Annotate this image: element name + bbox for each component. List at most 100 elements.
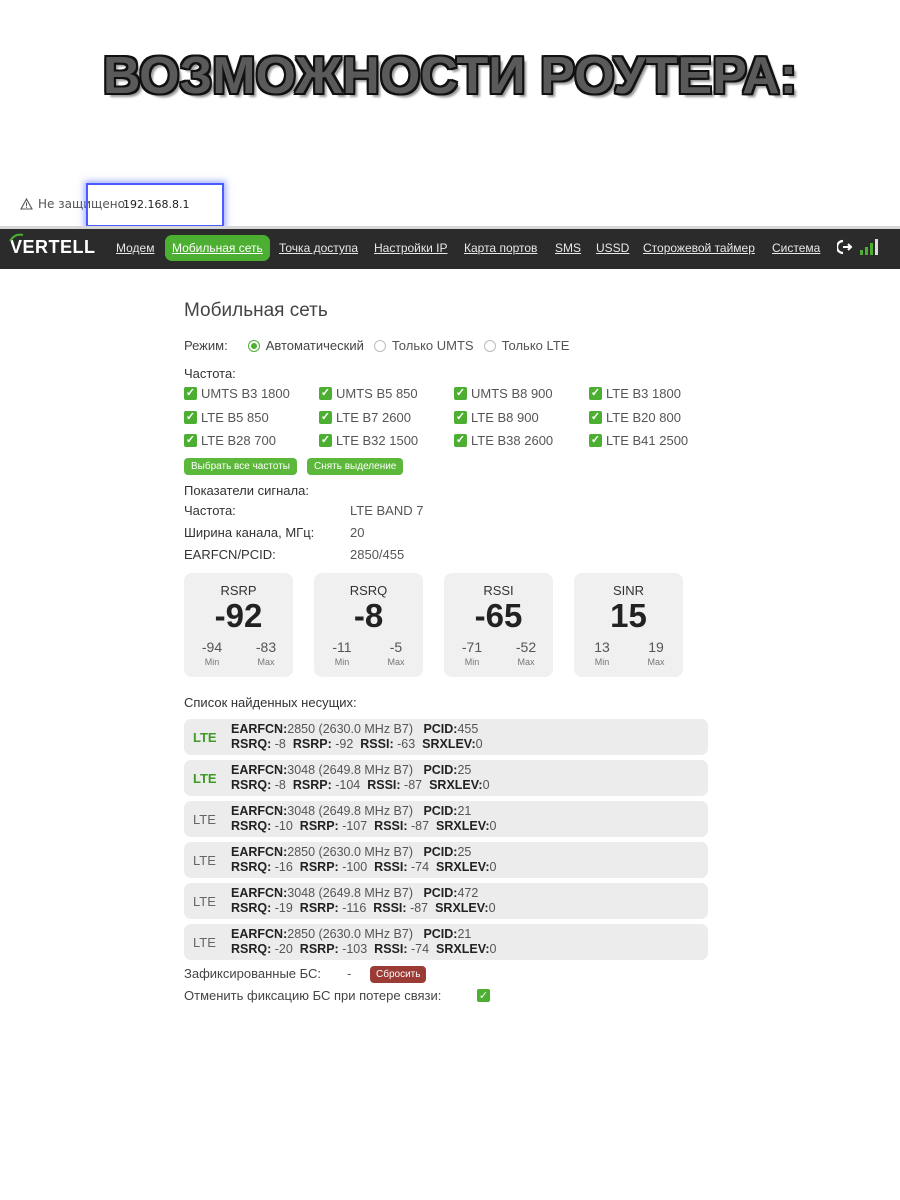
carrier-rssi: -74 [411, 860, 430, 874]
freq-checkbox[interactable]: ✓ LTE B8 900 [454, 410, 539, 425]
freq-checkbox[interactable]: ✓ LTE B3 1800 [589, 386, 681, 401]
mode-radio-lte[interactable] [483, 339, 496, 352]
freq-checkbox[interactable]: ✓ LTE B20 800 [589, 410, 681, 425]
carrier-line1: EARFCN:2850 (2630.0 MHz B7) PCID:21 [231, 927, 472, 941]
freq-label: LTE B7 2600 [336, 410, 411, 425]
carrier-type: LTE [193, 730, 217, 745]
card-min-label: Min [204, 657, 220, 667]
freq-checkbox[interactable]: ✓ LTE B7 2600 [319, 410, 411, 425]
carrier-line1: EARFCN:3048 (2649.8 MHz B7) PCID:472 [231, 886, 479, 900]
banner-title: ВОЗМОЖНОСТИ РОУТЕРА: [102, 47, 798, 105]
unfix-bs-label: Отменить фиксацию БС при потере связи: [184, 988, 442, 1003]
mode-radio-auto[interactable] [247, 339, 260, 352]
nav-item-sms[interactable]: SMS [555, 241, 581, 255]
reset-button[interactable]: Сбросить [370, 966, 427, 983]
freq-label: LTE B8 900 [471, 410, 539, 425]
signal-card-sinr: SINR 15 13 19 Min Max [574, 573, 683, 677]
warning-triangle-icon [20, 198, 33, 210]
signal-card-rsrp: RSRP -92 -94 -83 Min Max [184, 573, 293, 677]
card-min: 13 [594, 639, 610, 655]
card-name: RSSI [483, 583, 514, 598]
carrier-rsrq: -8 [274, 737, 286, 751]
carrier-rsrq: -8 [274, 778, 286, 792]
freq-checkbox[interactable]: ✓ LTE B5 850 [184, 410, 269, 425]
nav-item-mobile-network[interactable]: Мобильная сеть [165, 235, 270, 261]
unfix-bs-checkbox[interactable]: ✓ [477, 989, 490, 1002]
carrier-type: LTE [193, 935, 216, 950]
checkbox-checked-icon: ✓ [454, 387, 467, 400]
card-min: -11 [332, 639, 352, 655]
bandwidth-value: 20 [350, 525, 365, 540]
carrier-type: LTE [193, 771, 217, 786]
carrier-rsrq: -10 [274, 819, 293, 833]
carrier-rssi: -87 [411, 819, 430, 833]
carrier-pcid: 25 [457, 845, 472, 859]
carrier-rssi: -74 [411, 942, 430, 956]
checkbox-checked-icon: ✓ [319, 411, 332, 424]
carrier-earfcn: 3048 (2649.8 MHz B7) [287, 763, 414, 777]
checkbox-checked-icon: ✓ [589, 434, 602, 447]
freq-label: LTE B32 1500 [336, 433, 419, 448]
nav-item-watchdog[interactable]: Сторожевой таймер [643, 241, 755, 255]
freq-checkbox[interactable]: ✓ LTE B38 2600 [454, 433, 553, 448]
carrier-rsrq: -19 [274, 901, 293, 915]
card-name: RSRP [220, 583, 257, 598]
carriers-title: Список найденных несущих: [184, 695, 357, 710]
freq-band-value: LTE BAND 7 [350, 503, 424, 518]
card-min-label: Min [594, 657, 610, 667]
carrier-row: LTE EARFCN:3048 (2649.8 MHz B7) PCID:21 RS… [184, 801, 708, 837]
freq-checkbox[interactable]: ✓ UMTS B5 850 [319, 386, 418, 401]
carrier-rsrp: -92 [335, 737, 354, 751]
checkbox-checked-icon: ✓ [454, 411, 467, 424]
card-min: -94 [201, 639, 223, 655]
nav-item-ip-settings[interactable]: Настройки IP [374, 241, 448, 255]
card-max-label: Max [647, 657, 665, 667]
freq-label: LTE B5 850 [201, 410, 269, 425]
checkbox-checked-icon: ✓ [589, 387, 602, 400]
freq-checkbox[interactable]: ✓ LTE B41 2500 [589, 433, 688, 448]
freq-checkbox[interactable]: ✓ UMTS B3 1800 [184, 386, 290, 401]
nav-item-access-point[interactable]: Точка доступа [279, 241, 358, 255]
carrier-earfcn: 2850 (2630.0 MHz B7) [287, 722, 414, 736]
carrier-line2: RSRQ: -10 RSRP: -107 RSSI: -87 SRXLEV:0 [231, 819, 497, 833]
carrier-line2: RSRQ: -8 RSRP: -104 RSSI: -87 SRXLEV:0 [231, 778, 490, 792]
freq-checkbox[interactable]: ✓ LTE B28 700 [184, 433, 276, 448]
mode-radio-umts[interactable] [373, 339, 386, 352]
select-all-frequencies-button[interactable]: Выбрать все частоты [184, 458, 297, 475]
freq-checkbox[interactable]: ✓ LTE B32 1500 [319, 433, 418, 448]
card-max: 19 [648, 639, 664, 655]
freq-title: Частота: [184, 366, 236, 381]
freq-checkbox[interactable]: ✓ UMTS B8 900 [454, 386, 553, 401]
carrier-line1: EARFCN:2850 (2630.0 MHz B7) PCID:455 [231, 722, 479, 736]
card-max: -83 [255, 639, 277, 655]
carrier-srxlev: 0 [488, 901, 496, 915]
logout-icon[interactable] [837, 239, 853, 255]
nav-item-ussd[interactable]: USSD [596, 241, 629, 255]
card-name: RSRQ [349, 583, 388, 598]
carrier-srxlev: 0 [489, 860, 497, 874]
carrier-line2: RSRQ: -20 RSRP: -103 RSSI: -74 SRXLEV:0 [231, 942, 497, 956]
nav-item-modem[interactable]: Модем [116, 241, 154, 255]
mode-label: Режим: [184, 338, 228, 353]
carrier-rsrq: -16 [274, 860, 293, 874]
carrier-pcid: 21 [457, 927, 472, 941]
clear-selection-button[interactable]: Снять выделение [307, 458, 404, 475]
signal-bars-icon [860, 239, 878, 255]
signal-card-rsrq: RSRQ -8 -11 -5 Min Max [314, 573, 423, 677]
vertell-logo[interactable]: VERTELL [9, 233, 96, 258]
card-name: SINR [612, 583, 645, 598]
nav-item-system[interactable]: Система [772, 241, 820, 255]
carrier-srxlev: 0 [475, 737, 483, 751]
freq-label: LTE B28 700 [201, 433, 276, 448]
nav-item-port-map[interactable]: Карта портов [464, 241, 537, 255]
freq-label: LTE B41 2500 [606, 433, 689, 448]
carrier-earfcn: 2850 (2630.0 MHz B7) [287, 927, 414, 941]
checkbox-checked-icon: ✓ [184, 387, 197, 400]
fixed-bs-label: Зафиксированные БС: [184, 966, 322, 981]
bandwidth-label: Ширина канала, МГц: [184, 525, 315, 540]
carrier-rsrq: -20 [274, 942, 293, 956]
carrier-earfcn: 3048 (2649.8 MHz B7) [287, 886, 414, 900]
carrier-row: LTE EARFCN:2850 (2630.0 MHz B7) PCID:21 RS… [184, 924, 708, 960]
checkbox-checked-icon: ✓ [589, 411, 602, 424]
carrier-type: LTE [193, 894, 216, 909]
